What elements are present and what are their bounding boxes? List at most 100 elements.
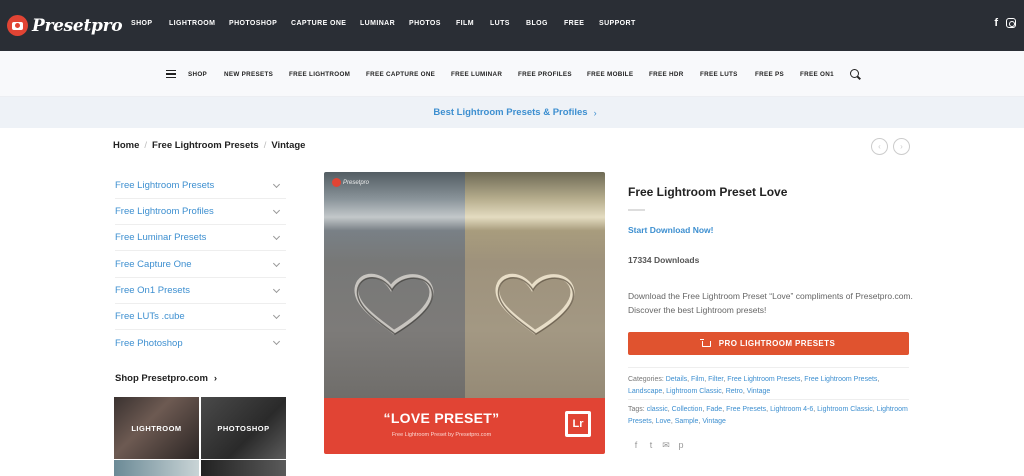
subnav-item-free-ps[interactable]: FREE PS [755, 71, 784, 78]
chevron-down-icon[interactable] [272, 285, 281, 293]
facebook-icon[interactable]: f [994, 17, 998, 29]
download-count: 17334 Downloads [628, 255, 700, 265]
email-icon[interactable]: ✉ [661, 440, 671, 451]
pro-lightroom-presets-button[interactable]: PRO LIGHTROOM PRESETS [628, 332, 909, 355]
share-icons: f t ✉ p [631, 440, 686, 451]
sidebar-item-free-lightroom-profiles[interactable]: Free Lightroom Profiles [115, 199, 286, 225]
sidebar-item-label: Free LUTs .cube [115, 311, 185, 322]
sand-heart-drawing [495, 273, 575, 335]
tag-link[interactable]: Love [656, 418, 671, 425]
category-link[interactable]: Details [666, 376, 687, 383]
search-icon[interactable] [850, 69, 859, 78]
sidebar-item-label: Free Lightroom Presets [115, 180, 215, 191]
tag-link[interactable]: Lightroom 4-6 [770, 406, 813, 413]
chevron-down-icon[interactable] [272, 206, 281, 214]
shop-tile[interactable] [201, 460, 286, 476]
shop-title[interactable]: Shop Presetpro.com › [115, 373, 217, 384]
subnav-item-free-on1[interactable]: FREE ON1 [800, 71, 834, 78]
tag-link[interactable]: classic [647, 406, 668, 413]
image-watermark: Presetpro [332, 178, 369, 187]
camera-logo-icon [7, 15, 28, 36]
logo-text: Presetpro [32, 15, 123, 36]
sidebar-item-free-on1-presets[interactable]: Free On1 Presets [115, 278, 286, 304]
shop-tile-label: LIGHTROOM [131, 423, 182, 433]
main-nav-item-capture-one[interactable]: CAPTURE ONE [291, 20, 346, 27]
sidebar-item-free-capture-one[interactable]: Free Capture One [115, 252, 286, 278]
breadcrumb: Home / Free Lightroom Presets / Vintage [113, 140, 305, 151]
subnav-item-free-profiles[interactable]: FREE PROFILES [518, 71, 572, 78]
categories-label: Categories: [628, 376, 664, 383]
site-logo[interactable]: Presetpro [7, 15, 123, 36]
social-links: f [994, 17, 1016, 29]
shop-tile-lightroom[interactable]: LIGHTROOM [114, 397, 199, 459]
main-nav-item-support[interactable]: SUPPORT [599, 20, 636, 27]
subnav-item-free-hdr[interactable]: FREE HDR [649, 71, 684, 78]
sidebar-item-label: Free Luminar Presets [115, 232, 207, 243]
pinterest-icon[interactable]: p [676, 440, 686, 451]
subnav-item-free-luts[interactable]: FREE LUTS [700, 71, 738, 78]
promo-link[interactable]: Best Lightroom Presets & Profiles [433, 107, 587, 118]
category-link[interactable]: Film [691, 376, 704, 383]
category-link[interactable]: Free Lightroom Presets [727, 376, 800, 383]
shop-title-label: Shop Presetpro.com [115, 373, 208, 384]
previous-product-button[interactable]: ‹ [871, 138, 888, 155]
lightroom-badge-icon: Lr [565, 411, 591, 437]
sidebar-item-free-photoshop[interactable]: Free Photoshop [115, 330, 286, 356]
shop-tile-photoshop[interactable]: PHOTOSHOP [201, 397, 286, 459]
main-nav-item-photoshop[interactable]: PHOTOSHOP [229, 20, 277, 27]
tag-link[interactable]: Sample [675, 418, 699, 425]
sidebar-item-label: Free Capture One [115, 259, 192, 270]
category-link[interactable]: Vintage [747, 388, 771, 395]
main-nav-item-free[interactable]: FREE [564, 20, 584, 27]
product-image[interactable]: Presetpro “LOVE PRESET” Free Lightroom P… [324, 172, 605, 454]
sidebar-item-label: Free On1 Presets [115, 285, 190, 296]
lightroom-badge-label: Lr [568, 414, 588, 434]
category-link[interactable]: Lightroom Classic [666, 388, 722, 395]
main-nav-item-luts[interactable]: LUTS [490, 20, 510, 27]
breadcrumb-free-lightroom-presets[interactable]: Free Lightroom Presets [152, 140, 259, 151]
facebook-icon[interactable]: f [631, 440, 641, 451]
tag-link[interactable]: Vintage [702, 418, 726, 425]
breadcrumb-home[interactable]: Home [113, 140, 139, 151]
chevron-down-icon[interactable] [272, 337, 281, 346]
subnav-item-free-lightroom[interactable]: FREE LIGHTROOM [289, 71, 350, 78]
sidebar-item-free-luts-cube[interactable]: Free LUTs .cube [115, 304, 286, 330]
product-tags: Tags: classic, Collection, Fade, Free Pr… [628, 406, 908, 425]
main-nav-item-luminar[interactable]: LUMINAR [360, 20, 395, 27]
chevron-down-icon[interactable] [272, 180, 281, 188]
category-link[interactable]: Free Lightroom Presets [804, 376, 877, 383]
shop-tile[interactable] [114, 460, 199, 476]
twitter-icon[interactable]: t [646, 440, 656, 451]
chevron-down-icon[interactable] [272, 232, 281, 240]
category-link[interactable]: Landscape [628, 388, 662, 395]
watermark-text: Presetpro [343, 179, 370, 186]
tag-link[interactable]: Lightroom Classic [817, 406, 873, 413]
start-download-link[interactable]: Start Download Now! [628, 225, 713, 235]
tags-label: Tags: [628, 406, 645, 413]
subnav-item-free-luminar[interactable]: FREE LUMINAR [451, 71, 502, 78]
tag-link[interactable]: Collection [672, 406, 703, 413]
subnav-item-new-presets[interactable]: NEW PRESETS [224, 71, 273, 78]
category-link[interactable]: Filter [708, 376, 723, 383]
hamburger-menu-icon[interactable] [166, 70, 176, 78]
chevron-down-icon[interactable] [272, 311, 281, 319]
instagram-icon[interactable] [1006, 18, 1016, 28]
subnav-item-free-mobile[interactable]: FREE MOBILE [587, 71, 633, 78]
category-link[interactable]: Retro [726, 388, 743, 395]
main-nav-item-film[interactable]: FILM [456, 20, 474, 27]
subnav-item-shop[interactable]: SHOP [188, 71, 207, 78]
main-nav-item-shop[interactable]: SHOP [131, 20, 152, 27]
subnav-item-free-capture-one[interactable]: FREE CAPTURE ONE [366, 71, 435, 78]
divider [628, 399, 909, 400]
sidebar-item-free-lightroom-presets[interactable]: Free Lightroom Presets [115, 173, 286, 199]
main-nav-item-blog[interactable]: BLOG [526, 20, 548, 27]
main-nav-item-photos[interactable]: PHOTOS [409, 20, 441, 27]
next-product-button[interactable]: › [893, 138, 910, 155]
main-nav-item-lightroom[interactable]: LIGHTROOM [169, 20, 215, 27]
chevron-down-icon[interactable] [272, 259, 281, 267]
tag-link[interactable]: Free Presets [726, 406, 766, 413]
tag-link[interactable]: Fade [706, 406, 722, 413]
sidebar-item-label: Free Photoshop [115, 337, 183, 349]
sidebar-item-free-luminar-presets[interactable]: Free Luminar Presets [115, 225, 286, 251]
cart-icon [699, 338, 711, 347]
